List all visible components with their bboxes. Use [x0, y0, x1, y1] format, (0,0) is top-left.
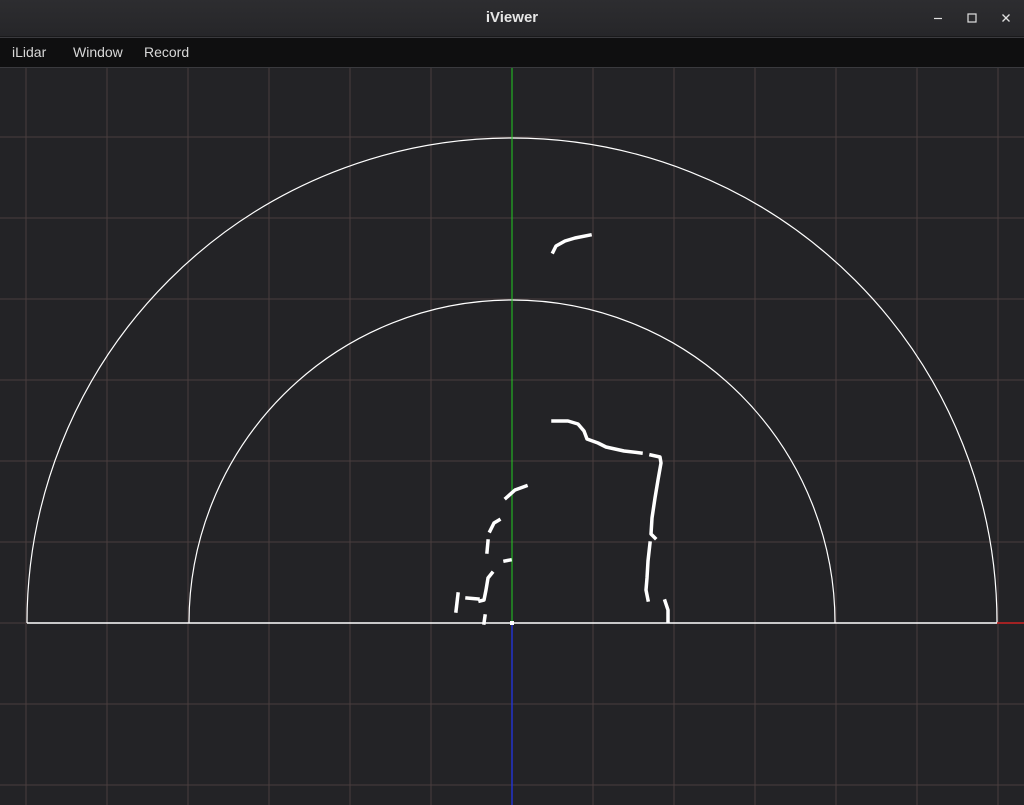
minimize-icon [932, 12, 944, 24]
menu-ilidar[interactable]: iLidar [12, 38, 46, 67]
close-button[interactable] [994, 6, 1018, 30]
lidar-canvas[interactable] [0, 68, 1024, 805]
menu-bar: iLidar Window Record [0, 37, 1024, 68]
app-window: iViewer iLidar Window Record [0, 0, 1024, 805]
minimize-button[interactable] [926, 6, 950, 30]
close-icon [1000, 12, 1012, 24]
maximize-icon [966, 12, 978, 24]
scan-segment [502, 557, 513, 564]
window-title: iViewer [485, 9, 539, 26]
title-bar[interactable]: iViewer [0, 0, 1024, 37]
scan-segment [485, 539, 490, 554]
menu-window[interactable]: Window [73, 38, 123, 67]
scan-segment [454, 592, 460, 613]
scan-segment [482, 614, 487, 625]
sensor-origin [510, 621, 514, 625]
menu-record[interactable]: Record [144, 38, 189, 67]
scan-segment [465, 596, 480, 601]
lidar-viewport[interactable] [0, 68, 1024, 805]
maximize-button[interactable] [960, 6, 984, 30]
